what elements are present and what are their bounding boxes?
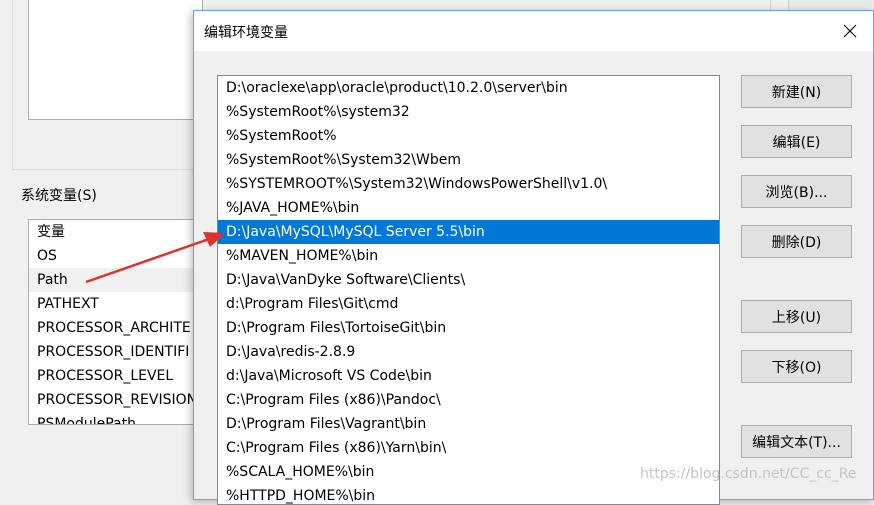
variable-row[interactable]: PSModulePath (29, 412, 202, 424)
close-icon (843, 24, 857, 38)
variable-row[interactable]: PROCESSOR_IDENTIFI (29, 340, 202, 364)
variable-row-path[interactable]: Path (29, 268, 202, 292)
path-row[interactable]: %SystemRoot%\System32\Wbem (218, 148, 719, 172)
edit-button[interactable]: 编辑(E) (741, 125, 852, 158)
variable-row[interactable]: OS (29, 244, 202, 268)
path-row[interactable]: D:\Java\VanDyke Software\Clients\ (218, 268, 719, 292)
path-row[interactable]: %SystemRoot%\system32 (218, 100, 719, 124)
variable-row[interactable]: PROCESSOR_LEVEL (29, 364, 202, 388)
dialog-title: 编辑环境变量 (204, 25, 288, 41)
watermark: https://blog.csdn.net/CC_cc_Re (640, 466, 857, 482)
path-row[interactable]: D:\Java\redis-2.8.9 (218, 340, 719, 364)
variable-header[interactable]: 变量 (29, 220, 202, 244)
group-border-bottom (12, 169, 197, 170)
path-row[interactable]: d:\Program Files\Git\cmd (218, 292, 719, 316)
path-row[interactable]: %SystemRoot% (218, 124, 719, 148)
edit-environment-variable-dialog: 编辑环境变量 D:\oraclexe\app\oracle\product\10… (193, 10, 874, 505)
path-row[interactable]: D:\Program Files\TortoiseGit\bin (218, 316, 719, 340)
system-variables-label: 系统变量(S) (21, 188, 97, 204)
variable-row[interactable]: PROCESSOR_REVISION (29, 388, 202, 412)
path-row[interactable]: C:\Program Files (x86)\Yarn\bin\ (218, 436, 719, 460)
group-border (12, 0, 13, 170)
path-row-selected[interactable]: D:\Java\MySQL\MySQL Server 5.5\bin (218, 220, 719, 244)
path-row[interactable]: %SYSTEMROOT%\System32\WindowsPowerShell\… (218, 172, 719, 196)
path-row[interactable]: D:\Program Files\Vagrant\bin (218, 412, 719, 436)
close-button[interactable] (827, 11, 873, 51)
variable-row[interactable]: PROCESSOR_ARCHITE (29, 316, 202, 340)
move-up-button[interactable]: 上移(U) (741, 300, 852, 333)
path-list[interactable]: D:\oraclexe\app\oracle\product\10.2.0\se… (217, 75, 720, 505)
path-row[interactable]: C:\Program Files (x86)\Pandoc\ (218, 388, 719, 412)
new-button[interactable]: 新建(N) (741, 75, 852, 108)
path-row[interactable]: %MAVEN_HOME%\bin (218, 244, 719, 268)
delete-button[interactable]: 删除(D) (741, 225, 852, 258)
user-variables-list[interactable] (28, 0, 203, 120)
path-row[interactable]: d:\Java\Microsoft VS Code\bin (218, 364, 719, 388)
edit-text-button[interactable]: 编辑文本(T)... (741, 425, 852, 458)
variable-row[interactable]: PATHEXT (29, 292, 202, 316)
move-down-button[interactable]: 下移(O) (741, 350, 852, 383)
path-row[interactable]: D:\oraclexe\app\oracle\product\10.2.0\se… (218, 76, 719, 100)
title-bar[interactable]: 编辑环境变量 (194, 11, 873, 51)
path-row[interactable]: %JAVA_HOME%\bin (218, 196, 719, 220)
browse-button[interactable]: 浏览(B)... (741, 175, 852, 208)
system-variables-list[interactable]: 变量 OS Path PATHEXT PROCESSOR_ARCHITE PRO… (28, 219, 203, 425)
